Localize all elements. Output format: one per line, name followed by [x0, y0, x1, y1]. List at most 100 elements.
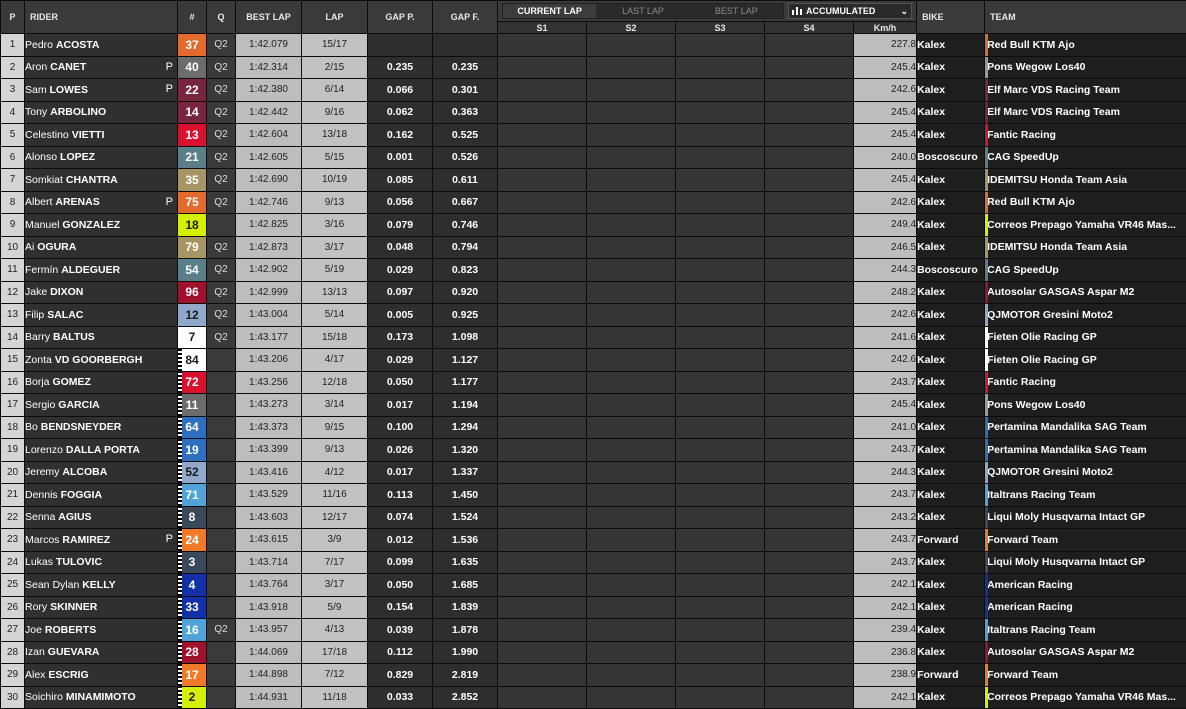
table-row[interactable]: 4Tony ARBOLINO14Q21:42.4429/160.0620.363… — [1, 101, 1186, 124]
table-row[interactable]: 15Zonta VD GOORBERGH841:43.2064/170.0291… — [1, 349, 1186, 372]
table-row[interactable]: 6Alonso LOPEZ21Q21:42.6055/150.0010.5262… — [1, 146, 1186, 169]
rider-last-name: DALLA PORTA — [66, 444, 140, 456]
table-row[interactable]: 20Jeremy ALCOBA521:43.4164/120.0171.3372… — [1, 461, 1186, 484]
rider-cell[interactable]: Rory SKINNER — [25, 596, 178, 619]
table-row[interactable]: 8Albert ARENASP75Q21:42.7469/130.0560.66… — [1, 191, 1186, 214]
table-row[interactable]: 13Filip SALAC12Q21:43.0045/140.0050.9252… — [1, 304, 1186, 327]
table-row[interactable]: 3Sam LOWESP22Q21:42.3806/140.0660.301242… — [1, 79, 1186, 102]
rider-number: 18 — [178, 214, 207, 237]
lap-cell: 9/16 — [302, 101, 368, 124]
position-cell: 30 — [1, 686, 25, 709]
table-row[interactable]: 21Dennis FOGGIA711:43.52911/160.1131.450… — [1, 484, 1186, 507]
best-lap-cell: 1:43.957 — [236, 619, 302, 642]
rider-cell[interactable]: Joe ROBERTS — [25, 619, 178, 642]
rider-cell[interactable]: Marcos RAMIREZP — [25, 529, 178, 552]
table-row[interactable]: 11Fermín ALDEGUER54Q21:42.9025/190.0290.… — [1, 259, 1186, 282]
rider-cell[interactable]: Borja GOMEZ — [25, 371, 178, 394]
header-lap[interactable]: LAP — [302, 1, 368, 34]
table-row[interactable]: 19Lorenzo DALLA PORTA191:43.3999/130.026… — [1, 439, 1186, 462]
best-lap-cell: 1:42.079 — [236, 34, 302, 57]
table-row[interactable]: 22Senna AGIUS81:43.60312/170.0741.524243… — [1, 506, 1186, 529]
sector-4-cell — [765, 641, 854, 664]
rider-cell[interactable]: Lorenzo DALLA PORTA — [25, 439, 178, 462]
header-team[interactable]: TEAM — [985, 1, 1186, 34]
rider-cell[interactable]: Dennis FOGGIA — [25, 484, 178, 507]
header-rider[interactable]: RIDER — [25, 1, 178, 34]
header-number[interactable]: # — [178, 1, 207, 34]
rider-cell[interactable]: Alonso LOPEZ — [25, 146, 178, 169]
rider-cell[interactable]: Jeremy ALCOBA — [25, 461, 178, 484]
gap-first-cell: 1.990 — [433, 641, 498, 664]
table-row[interactable]: 16Borja GOMEZ721:43.25612/180.0501.17724… — [1, 371, 1186, 394]
accumulated-dropdown[interactable]: ACCUMULATED ⌄ — [788, 3, 912, 19]
table-row[interactable]: 30Soichiro MINAMIMOTO21:44.93111/180.033… — [1, 686, 1186, 709]
rider-cell[interactable]: Soichiro MINAMIMOTO — [25, 686, 178, 709]
header-gap-previous[interactable]: GAP P. — [368, 1, 433, 34]
sector-4-cell — [765, 304, 854, 327]
rider-cell[interactable]: Albert ARENASP — [25, 191, 178, 214]
table-row[interactable]: 23Marcos RAMIREZP241:43.6153/90.0121.536… — [1, 529, 1186, 552]
rider-cell[interactable]: Izan GUEVARA — [25, 641, 178, 664]
rider-cell[interactable]: Tony ARBOLINO — [25, 101, 178, 124]
rider-cell[interactable]: Ai OGURA — [25, 236, 178, 259]
qualifying-cell: Q2 — [207, 101, 236, 124]
table-row[interactable]: 26Rory SKINNER331:43.9185/90.1541.839242… — [1, 596, 1186, 619]
rider-cell[interactable]: Bo BENDSNEYDER — [25, 416, 178, 439]
table-row[interactable]: 10Ai OGURA79Q21:42.8733/170.0480.794246.… — [1, 236, 1186, 259]
header-best-lap[interactable]: BEST LAP — [236, 1, 302, 34]
rider-cell[interactable]: Fermín ALDEGUER — [25, 259, 178, 282]
table-row[interactable]: 29Alex ESCRIG171:44.8987/120.8292.819238… — [1, 664, 1186, 687]
table-row[interactable]: 27Joe ROBERTS16Q21:43.9574/130.0391.8782… — [1, 619, 1186, 642]
table-row[interactable]: 18Bo BENDSNEYDER641:43.3739/150.1001.294… — [1, 416, 1186, 439]
gap-first-cell: 2.819 — [433, 664, 498, 687]
header-qualifying[interactable]: Q — [207, 1, 236, 34]
rider-cell[interactable]: Sam LOWESP — [25, 79, 178, 102]
rider-cell[interactable]: Barry BALTUS — [25, 326, 178, 349]
rider-cell[interactable]: Lukas TULOVIC — [25, 551, 178, 574]
header-position[interactable]: P — [1, 1, 25, 34]
header-bike[interactable]: BIKE — [917, 1, 985, 34]
rider-cell[interactable]: Manuel GONZALEZ — [25, 214, 178, 237]
table-row[interactable]: 14Barry BALTUS7Q21:43.17715/180.1731.098… — [1, 326, 1186, 349]
table-row[interactable]: 12Jake DIXON96Q21:42.99913/130.0970.9202… — [1, 281, 1186, 304]
table-row[interactable]: 28Izan GUEVARA281:44.06917/180.1121.9902… — [1, 641, 1186, 664]
table-row[interactable]: 17Sergio GARCIA111:43.2733/140.0171.1942… — [1, 394, 1186, 417]
header-gap-first[interactable]: GAP F. — [433, 1, 498, 34]
rider-cell[interactable]: Sergio GARCIA — [25, 394, 178, 417]
team-name: Pons Wegow Los40 — [987, 61, 1085, 73]
sector-3-cell — [676, 304, 765, 327]
rider-cell[interactable]: Pedro ACOSTA — [25, 34, 178, 57]
bike-cell: Kalex — [917, 484, 985, 507]
position-cell: 4 — [1, 101, 25, 124]
rider-cell[interactable]: Sean Dylan KELLY — [25, 574, 178, 597]
table-row[interactable]: 25Sean Dylan KELLY41:43.7643/170.0501.68… — [1, 574, 1186, 597]
rider-cell[interactable]: Somkiat CHANTRA — [25, 169, 178, 192]
table-row[interactable]: 2Aron CANETP40Q21:42.3142/150.2350.23524… — [1, 56, 1186, 79]
gap-first-cell: 0.526 — [433, 146, 498, 169]
tab-last-lap[interactable]: LAST LAP — [596, 4, 689, 18]
sector-1-cell — [498, 214, 587, 237]
rider-last-name: ESCRIG — [48, 669, 88, 681]
rider-cell[interactable]: Senna AGIUS — [25, 506, 178, 529]
rider-last-name: SKINNER — [50, 601, 97, 613]
gap-previous-cell: 0.048 — [368, 236, 433, 259]
speed-cell: 241.6 — [854, 326, 917, 349]
sector-4-cell — [765, 326, 854, 349]
rider-last-name: ALCOBA — [62, 466, 107, 478]
rider-cell[interactable]: Zonta VD GOORBERGH — [25, 349, 178, 372]
table-row[interactable]: 5Celestino VIETTI13Q21:42.60413/180.1620… — [1, 124, 1186, 147]
rider-cell[interactable]: Filip SALAC — [25, 304, 178, 327]
table-row[interactable]: 7Somkiat CHANTRA35Q21:42.69010/190.0850.… — [1, 169, 1186, 192]
rider-cell[interactable]: Aron CANETP — [25, 56, 178, 79]
tab-best-lap[interactable]: BEST LAP — [690, 4, 783, 18]
table-row[interactable]: 24Lukas TULOVIC31:43.7147/170.0991.63524… — [1, 551, 1186, 574]
table-row[interactable]: 9Manuel GONZALEZ181:42.8253/160.0790.746… — [1, 214, 1186, 237]
rider-cell[interactable]: Celestino VIETTI — [25, 124, 178, 147]
rider-cell[interactable]: Jake DIXON — [25, 281, 178, 304]
team-cell: Pertamina Mandalika SAG Team — [985, 439, 1186, 462]
rider-cell[interactable]: Alex ESCRIG — [25, 664, 178, 687]
table-row[interactable]: 1Pedro ACOSTA37Q21:42.07915/17227.8Kalex… — [1, 34, 1186, 57]
gap-previous-cell: 0.026 — [368, 439, 433, 462]
tab-current-lap[interactable]: CURRENT LAP — [503, 4, 596, 18]
position-cell: 13 — [1, 304, 25, 327]
